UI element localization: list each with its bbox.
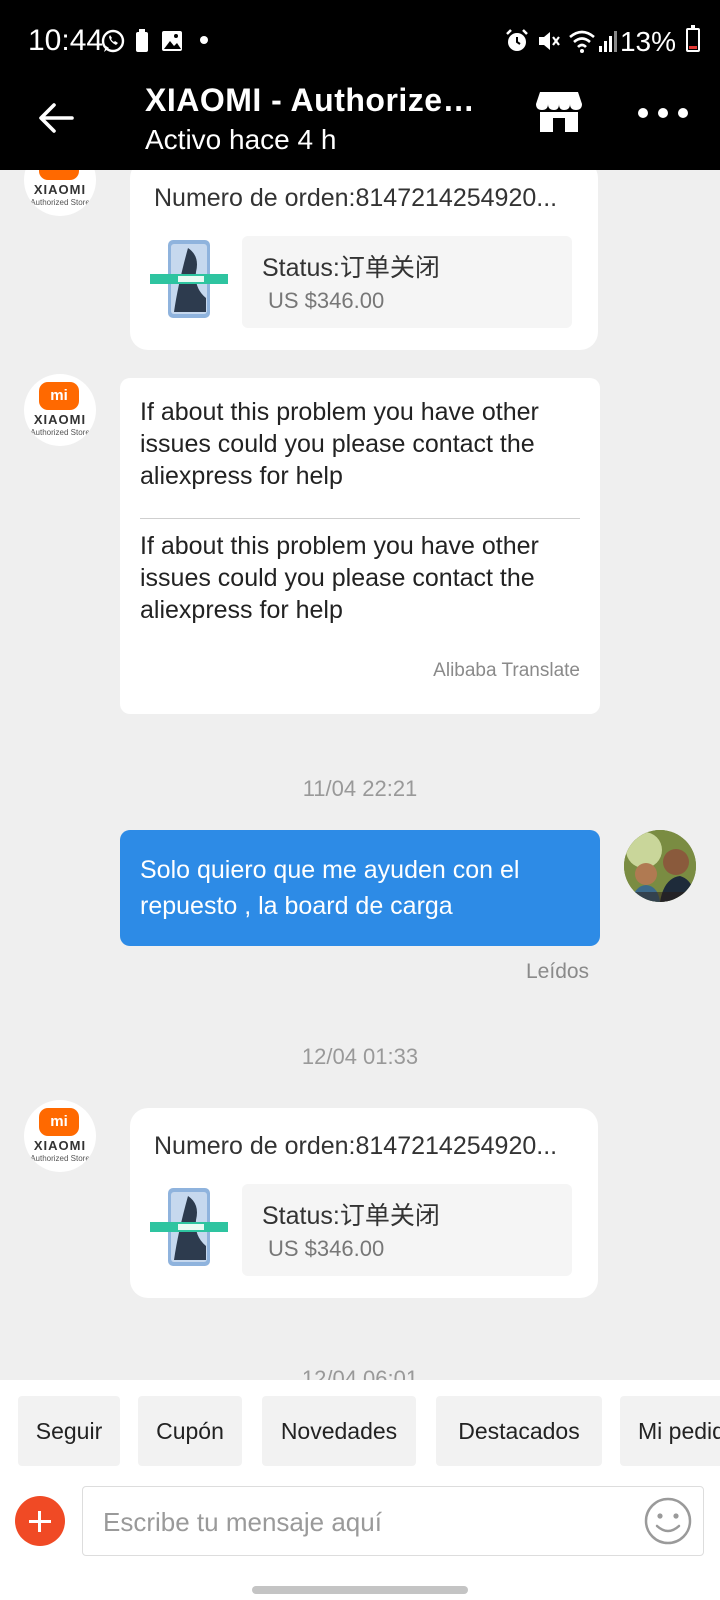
shop-avatar[interactable]: mi XIAOMI Authorized Store [24, 374, 96, 446]
order-status: Status:订单关闭 [262, 254, 440, 282]
quick-action-follow[interactable]: Seguir [18, 1396, 120, 1466]
mi-logo: mi [39, 382, 79, 410]
timestamp: 12/04 01:33 [301, 1044, 419, 1069]
shop-tagline: Authorized Store [30, 198, 90, 207]
mi-logo: mi [39, 1108, 79, 1136]
alarm-icon [506, 29, 528, 51]
shop-tagline: Authorized Store [30, 1154, 90, 1163]
own-message-text: Solo quiero que me ayuden con el repuest… [140, 856, 520, 920]
battery-icon [686, 25, 700, 52]
order-status: Status:订单关闭 [262, 1202, 440, 1230]
message-original-text: If about this problem you have other iss… [140, 398, 539, 490]
timestamp: 11/04 22:21 [302, 776, 418, 801]
message-input-placeholder: Escribe tu mensaje aquí [103, 1507, 382, 1537]
quick-action-news[interactable]: Novedades [262, 1396, 416, 1466]
order-card[interactable]: Numero de orden:8147214254920... Status:… [130, 170, 598, 350]
read-receipt: Leídos [526, 960, 590, 983]
product-info: Status:订单关闭 US $346.00 [242, 236, 572, 328]
order-card[interactable]: Numero de orden:8147214254920... Status:… [130, 1108, 598, 1298]
dot-icon [200, 36, 208, 44]
back-arrow-icon[interactable] [36, 98, 76, 138]
order-price: US $346.00 [268, 1236, 385, 1261]
more-icon[interactable] [638, 108, 688, 118]
product-info: Status:订单关闭 US $346.00 [242, 1184, 572, 1276]
chat-header: XIAOMI - Authorized Store Activo hace 4 … [0, 82, 720, 170]
shop-tagline: Authorized Store [30, 428, 90, 437]
gallery-icon [162, 31, 182, 51]
battery-percentage: 13% [619, 26, 676, 57]
own-message-bubble[interactable]: Solo quiero que me ayuden con el repuest… [120, 830, 600, 946]
mi-logo: mi [39, 170, 79, 180]
whatsapp-icon [101, 29, 125, 53]
shop-avatar[interactable]: mi XIAOMI Authorized Store [24, 1100, 96, 1172]
chat-title[interactable]: XIAOMI - Authorized Store [145, 82, 485, 119]
composer: Escribe tu mensaje aquí [0, 1472, 720, 1600]
order-number: Numero de orden:8147214254920... [154, 184, 558, 212]
plus-icon[interactable] [15, 1496, 65, 1546]
signal-icon [599, 31, 617, 52]
shop-brand: XIAOMI [33, 412, 87, 427]
battery-saver-icon [136, 29, 148, 52]
translation-divider [140, 518, 580, 519]
product-thumbnail [150, 240, 228, 318]
chat-subtitle: Activo hace 4 h [145, 124, 337, 155]
shop-brand: XIAOMI [33, 182, 87, 197]
quick-action-my-order[interactable]: Mi pedido [620, 1396, 720, 1466]
store-icon[interactable] [534, 90, 584, 134]
message-translated-text: If about this problem you have other iss… [140, 532, 539, 624]
quick-actions-bar: Seguir Cupón Novedades Destacados Mi ped… [0, 1380, 720, 1472]
message-bubble[interactable]: If about this problem you have other iss… [120, 378, 600, 714]
home-indicator[interactable] [252, 1586, 468, 1594]
shop-avatar[interactable]: mi XIAOMI Authorized Store [24, 170, 96, 216]
quick-action-coupon[interactable]: Cupón [138, 1396, 242, 1466]
emoji-icon[interactable] [643, 1496, 693, 1546]
mute-icon [539, 32, 560, 50]
translate-label: Alibaba Translate [433, 660, 580, 681]
status-bar: 10:44 13% [0, 0, 720, 82]
wifi-icon [569, 30, 595, 53]
timestamp: 12/04 06:01 [301, 1366, 419, 1380]
quick-action-featured[interactable]: Destacados [436, 1396, 602, 1466]
order-price: US $346.00 [268, 288, 385, 313]
user-avatar[interactable] [624, 830, 696, 902]
shop-brand: XIAOMI [33, 1138, 87, 1153]
status-time: 10:44 [28, 24, 104, 57]
chat-area[interactable]: mi XIAOMI Authorized Store Numero de ord… [0, 170, 720, 1380]
message-input[interactable]: Escribe tu mensaje aquí [82, 1486, 704, 1556]
order-number: Numero de orden:8147214254920... [154, 1132, 558, 1160]
product-thumbnail [150, 1188, 228, 1266]
